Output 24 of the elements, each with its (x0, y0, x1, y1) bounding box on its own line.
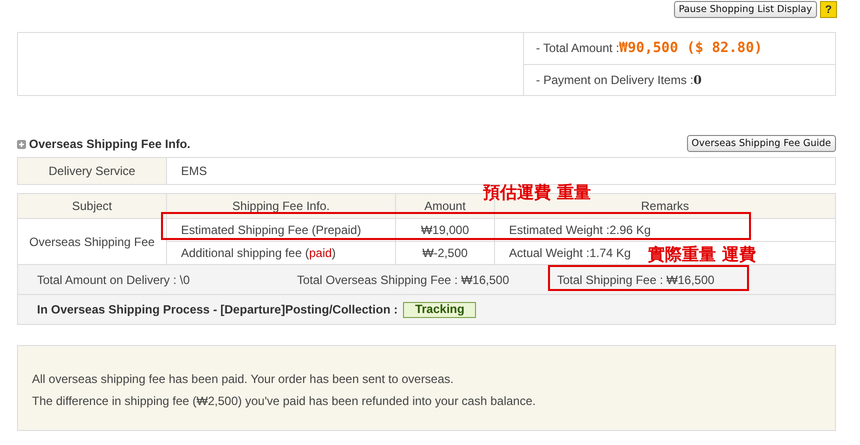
help-button[interactable]: ? (820, 1, 837, 18)
section-title: Overseas Shipping Fee Info. (29, 137, 190, 151)
total-amount-label: - Total Amount : (536, 41, 620, 56)
message-text: The difference in shipping fee (₩2,500) you've paid has been refunded into your cash balance. (32, 393, 537, 410)
cod-items-label: - Payment on Delivery Items : (536, 72, 694, 87)
tracking-button[interactable]: Tracking (403, 302, 476, 318)
cod-items-value: 0 (693, 72, 702, 87)
total-text: Total Overseas Shipping Fee : ₩16,500 (297, 272, 510, 286)
delivery-service-label: Delivery Service (18, 158, 166, 184)
total-text: Total Shipping Fee : ₩16,500 (557, 272, 714, 286)
message-text: All overseas shipping fee has been paid. Your order has been sent to overseas. (32, 371, 455, 388)
amount-cell: ₩19,000 (396, 218, 494, 242)
process-status-text: In Overseas Shipping Process - [Departure]Posting/Collection : (37, 302, 399, 316)
pause-display-button[interactable]: Pause Shopping List Display (674, 1, 817, 18)
shipping-guide-button[interactable]: Overseas Shipping Fee Guide (686, 135, 836, 152)
delivery-service-value: EMS (166, 158, 836, 184)
plus-icon (17, 140, 26, 148)
remarks-cell: Estimated Weight :2.96 Kg (494, 218, 836, 242)
total-text: Total Amount on Delivery : \0 (37, 272, 191, 286)
column-header: Subject (18, 194, 166, 218)
fee-info-cell: Estimated Shipping Fee (Prepaid) (166, 218, 396, 242)
annotation-text: 實際重量 運費 (648, 245, 756, 265)
column-header: Shipping Fee Info. (166, 194, 396, 218)
total-amount-value: ₩90,500 ($ 82.80) (619, 40, 762, 56)
